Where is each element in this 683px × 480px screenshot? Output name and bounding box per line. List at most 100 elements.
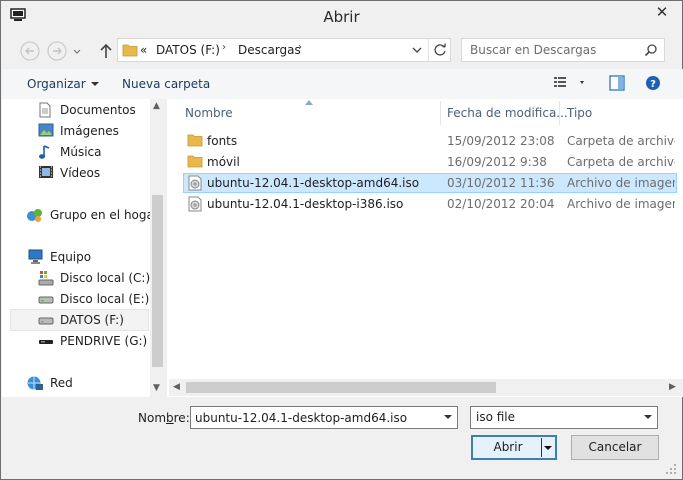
folder-icon [187, 155, 203, 168]
up-button[interactable] [95, 40, 117, 62]
breadcrumb-root-chevron[interactable]: « [140, 43, 147, 57]
chevron-down-icon[interactable] [444, 415, 452, 419]
file-type: Carpeta de archivos [567, 134, 675, 148]
nav-item-label: Grupo en el hogar [50, 208, 159, 222]
view-options-icon[interactable] [553, 75, 587, 91]
address-dropdown-icon[interactable] [410, 43, 424, 57]
file-row[interactable]: móvil 16/09/2012 9:38 Carpeta de archivo… [183, 152, 677, 172]
refresh-button[interactable] [428, 39, 451, 61]
nav-item-documentos[interactable]: Documentos [38, 100, 148, 120]
filename-label: Nombre: [138, 411, 190, 425]
filename-label-part: re: [173, 411, 190, 425]
breadcrumb-separator[interactable]: › [222, 42, 226, 53]
column-header-type[interactable]: Tipo [567, 106, 592, 120]
close-button[interactable]: ✕ [645, 1, 679, 25]
file-list-scrollbar[interactable]: ◀ ▶ [169, 379, 683, 396]
file-row[interactable]: ubuntu-12.04.1-desktop-amd64.iso 03/10/2… [183, 173, 677, 193]
nav-item-pendrive-g[interactable]: PENDRIVE (G:) [38, 331, 148, 351]
new-folder-button[interactable]: Nueva carpeta [122, 77, 210, 91]
open-file-dialog: Abrir ✕ « DATOS (F:) › Descargas › Busca… [0, 0, 683, 480]
help-icon[interactable]: ? [645, 75, 661, 91]
nav-item-red[interactable]: Red [26, 373, 148, 393]
breadcrumb-datos[interactable]: DATOS (F:) [156, 43, 220, 57]
file-date: 15/09/2012 23:08 [447, 134, 555, 148]
resize-grip-icon[interactable] [665, 463, 677, 475]
file-name: móvil [207, 155, 240, 169]
chevron-down-icon[interactable] [544, 446, 552, 450]
nav-item-label: Red [50, 376, 73, 390]
title-bar[interactable]: Abrir ✕ [1, 1, 682, 31]
command-bar: Organizar Nueva carpeta ? [2, 69, 683, 99]
refresh-icon [434, 43, 446, 56]
file-row[interactable]: fonts 15/09/2012 23:08 Carpeta de archiv… [183, 131, 677, 151]
scroll-down-icon[interactable]: ▼ [153, 383, 160, 393]
forward-button[interactable] [46, 40, 68, 62]
file-date: 16/09/2012 9:38 [447, 155, 547, 169]
nav-item-label: Documentos [60, 103, 136, 117]
scroll-right-icon[interactable]: ▶ [669, 382, 676, 392]
filename-label-accelerator: b [166, 411, 174, 425]
split-divider [541, 438, 542, 457]
back-button[interactable] [19, 40, 41, 62]
nav-item-disco-c[interactable]: Disco local (C:) [38, 268, 150, 288]
file-name: fonts [207, 134, 238, 148]
documents-icon [39, 102, 51, 118]
scrollbar-thumb[interactable] [152, 195, 163, 367]
filetype-select[interactable]: iso file [470, 406, 658, 429]
chevron-down-icon[interactable] [644, 415, 652, 419]
nav-item-datos-f[interactable]: DATOS (F:) [10, 309, 149, 331]
window-title: Abrir [323, 8, 360, 26]
folder-icon [187, 134, 203, 147]
address-bar[interactable]: « DATOS (F:) › Descargas › [117, 38, 451, 62]
scroll-up-icon[interactable]: ▲ [153, 101, 160, 111]
filename-input[interactable] [195, 410, 435, 426]
organize-button[interactable]: Organizar [27, 77, 99, 91]
open-button[interactable]: Abrir [471, 435, 557, 460]
preview-pane-icon[interactable] [609, 75, 625, 91]
breadcrumb-separator[interactable]: › [298, 42, 302, 53]
chevron-down-icon [90, 82, 99, 86]
homegroup-icon [27, 209, 42, 222]
system-drive-icon [38, 271, 54, 286]
scrollbar-thumb[interactable] [186, 382, 496, 393]
drive-icon [38, 296, 54, 304]
videos-icon [39, 166, 53, 178]
scroll-left-icon[interactable]: ◀ [173, 382, 180, 392]
nav-item-label: DATOS (F:) [60, 313, 124, 327]
svg-text:?: ? [650, 79, 656, 90]
navigation-scrollbar[interactable]: ▲ ▼ [150, 99, 165, 397]
cancel-button[interactable]: Cancelar [571, 435, 659, 460]
close-icon: ✕ [655, 3, 669, 21]
pictures-icon [38, 123, 54, 137]
file-date: 03/10/2012 11:36 [447, 176, 555, 190]
breadcrumb-descargas[interactable]: Descargas [238, 43, 301, 57]
nav-item-disco-e[interactable]: Disco local (E:) [38, 289, 149, 309]
filename-combobox[interactable] [190, 406, 458, 429]
file-list: Nombre Fecha de modifica... Tipo fonts 1… [167, 99, 683, 397]
column-header-date[interactable]: Fecha de modifica... [447, 106, 568, 120]
usb-drive-icon [39, 340, 53, 344]
nav-item-musica[interactable]: Música [38, 142, 148, 162]
nav-item-label: Música [60, 145, 102, 159]
search-input[interactable] [470, 42, 640, 58]
file-type: Archivo de imagen... [567, 197, 675, 211]
nav-item-label: Vídeos [60, 166, 101, 180]
column-divider[interactable] [559, 101, 560, 125]
nav-item-videos[interactable]: Vídeos [38, 163, 148, 183]
column-header-name[interactable]: Nombre [185, 106, 233, 120]
filetype-value: iso file [476, 410, 516, 424]
file-date: 02/10/2012 20:04 [447, 197, 555, 211]
computer-icon [28, 249, 43, 264]
column-divider[interactable] [440, 101, 441, 125]
nav-item-imagenes[interactable]: Imágenes [38, 121, 148, 141]
network-icon [27, 376, 43, 390]
drive-icon [38, 317, 54, 325]
nav-item-equipo[interactable]: Equipo [26, 247, 148, 267]
nav-item-homegroup[interactable]: Grupo en el hogar [26, 205, 159, 225]
search-box[interactable] [461, 38, 665, 62]
navigation-pane: Documentos Imágenes Música Vídeos Grupo … [2, 99, 165, 397]
search-icon[interactable] [644, 43, 658, 57]
recent-locations-chevron-icon[interactable] [72, 40, 82, 62]
folder-icon [122, 44, 138, 57]
file-row[interactable]: ubuntu-12.04.1-desktop-i386.iso 02/10/20… [183, 194, 677, 214]
